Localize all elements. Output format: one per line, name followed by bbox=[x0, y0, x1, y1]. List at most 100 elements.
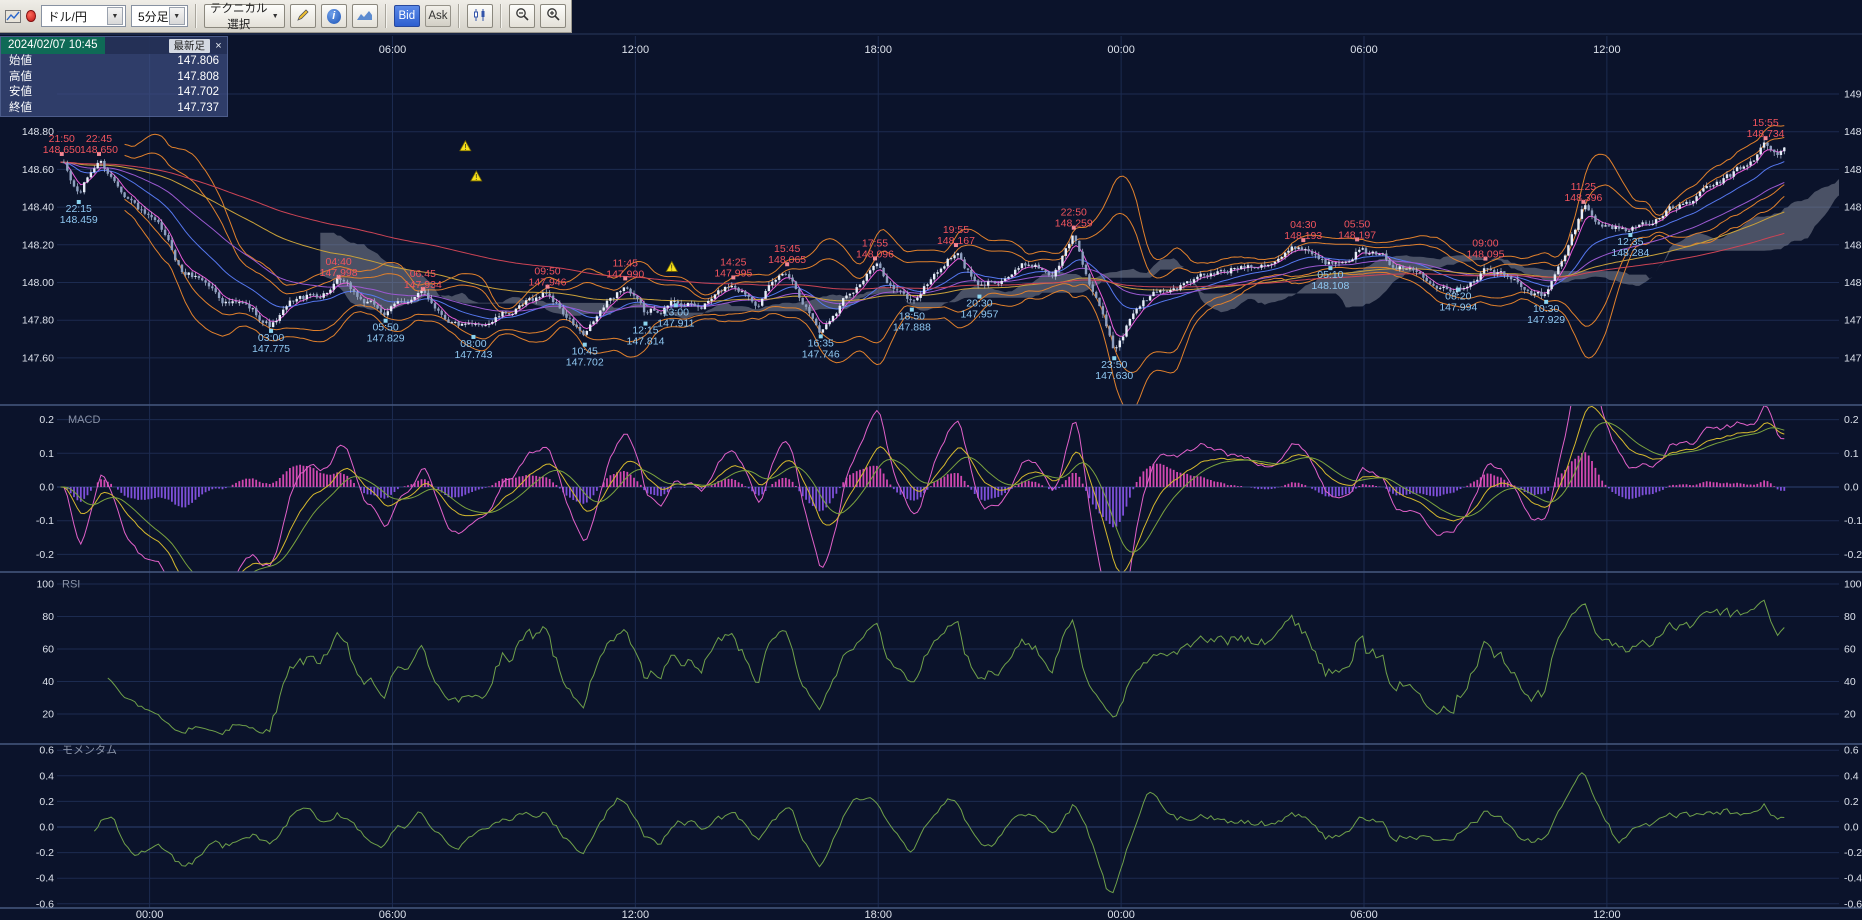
info-row-open: 始値 147.806 bbox=[1, 54, 227, 70]
open-value: 147.806 bbox=[177, 54, 219, 70]
svg-text:00:00: 00:00 bbox=[1107, 909, 1135, 920]
svg-text:148.60: 148.60 bbox=[22, 164, 54, 176]
pair-select[interactable]: ドル/円 ▼ bbox=[41, 5, 126, 27]
svg-text:0.4: 0.4 bbox=[39, 770, 54, 782]
chevron-down-icon: ▼ bbox=[272, 13, 279, 20]
svg-text:148.284: 148.284 bbox=[1611, 247, 1649, 259]
svg-text:147.998: 147.998 bbox=[320, 267, 358, 279]
svg-text:0.2: 0.2 bbox=[39, 414, 54, 426]
svg-text:-0.1: -0.1 bbox=[36, 515, 54, 527]
svg-text:!: ! bbox=[464, 143, 466, 152]
close-icon[interactable]: × bbox=[210, 40, 227, 52]
svg-text:147.990: 147.990 bbox=[606, 268, 644, 280]
svg-text:149.0: 149.0 bbox=[1844, 89, 1862, 101]
svg-text:148.0: 148.0 bbox=[1844, 277, 1862, 289]
high-value: 147.808 bbox=[177, 70, 219, 86]
svg-text:147.743: 147.743 bbox=[454, 349, 492, 361]
svg-text:MACD: MACD bbox=[68, 414, 100, 426]
svg-text:06:00: 06:00 bbox=[379, 44, 407, 56]
chevron-down-icon: ▼ bbox=[169, 7, 185, 25]
svg-text:148.8: 148.8 bbox=[1844, 126, 1862, 138]
svg-text:148.650: 148.650 bbox=[80, 144, 118, 156]
svg-text:147.60: 147.60 bbox=[22, 352, 54, 364]
svg-text:40: 40 bbox=[1844, 676, 1856, 688]
svg-text:148.193: 148.193 bbox=[1284, 230, 1322, 242]
zoom-in-icon bbox=[546, 7, 561, 25]
svg-text:0.0: 0.0 bbox=[1844, 822, 1859, 834]
toolbar-separator bbox=[458, 4, 460, 28]
info-row-low: 安値 147.702 bbox=[1, 85, 227, 101]
svg-text:-0.6: -0.6 bbox=[36, 898, 54, 910]
chevron-down-icon: ▼ bbox=[107, 7, 123, 25]
draw-tool-button[interactable] bbox=[290, 4, 316, 28]
zoom-out-button[interactable] bbox=[509, 4, 535, 28]
svg-text:0.4: 0.4 bbox=[1844, 770, 1859, 782]
pencil-icon bbox=[296, 8, 310, 25]
svg-text:147.6: 147.6 bbox=[1844, 352, 1862, 364]
svg-text:-0.2: -0.2 bbox=[1844, 549, 1862, 561]
svg-text:148.396: 148.396 bbox=[1564, 192, 1602, 204]
technical-select-button[interactable]: テクニカル選択 ▼ bbox=[204, 4, 285, 28]
svg-text:0.0: 0.0 bbox=[1844, 482, 1859, 494]
svg-text:147.946: 147.946 bbox=[529, 277, 567, 289]
svg-text:147.630: 147.630 bbox=[1095, 370, 1133, 382]
svg-text:18:00: 18:00 bbox=[864, 909, 892, 920]
svg-text:100: 100 bbox=[1844, 579, 1862, 591]
close-label: 終値 bbox=[9, 101, 32, 117]
svg-text:0.2: 0.2 bbox=[1844, 796, 1859, 808]
area-chart-icon bbox=[357, 9, 373, 24]
close-value: 147.737 bbox=[177, 101, 219, 117]
svg-text:0.1: 0.1 bbox=[1844, 448, 1859, 460]
svg-text:0.0: 0.0 bbox=[39, 482, 54, 494]
svg-text:0.2: 0.2 bbox=[1844, 414, 1859, 426]
svg-text:147.775: 147.775 bbox=[252, 343, 290, 355]
trading-chart-window: 21:50148.65022:15148.45922:45148.65003:0… bbox=[0, 0, 1862, 920]
svg-text:-0.6: -0.6 bbox=[1844, 898, 1862, 910]
svg-text:0.6: 0.6 bbox=[1844, 745, 1859, 757]
svg-text:148.065: 148.065 bbox=[768, 254, 806, 266]
svg-text:147.80: 147.80 bbox=[22, 315, 54, 327]
red-dot-icon bbox=[26, 10, 36, 22]
svg-text:80: 80 bbox=[42, 611, 54, 623]
pair-select-value: ドル/円 bbox=[48, 8, 87, 25]
svg-text:148.00: 148.00 bbox=[22, 277, 54, 289]
svg-text:147.814: 147.814 bbox=[626, 336, 664, 348]
area-chart-button[interactable] bbox=[352, 4, 378, 28]
svg-text:148.197: 148.197 bbox=[1338, 229, 1376, 241]
candle-style-button[interactable] bbox=[467, 4, 493, 28]
timeframe-select[interactable]: 5分足 ▼ bbox=[131, 5, 188, 27]
svg-text:-0.2: -0.2 bbox=[1844, 847, 1862, 859]
svg-text:00:00: 00:00 bbox=[136, 909, 164, 920]
svg-text:60: 60 bbox=[42, 644, 54, 656]
svg-text:147.911: 147.911 bbox=[657, 317, 694, 329]
svg-text:80: 80 bbox=[1844, 611, 1856, 623]
svg-text:06:00: 06:00 bbox=[1350, 909, 1378, 920]
zoom-in-button[interactable] bbox=[540, 4, 566, 28]
svg-text:RSI: RSI bbox=[62, 579, 80, 591]
toolbar-separator bbox=[500, 4, 502, 28]
svg-text:0.6: 0.6 bbox=[39, 745, 54, 757]
svg-text:148.259: 148.259 bbox=[1055, 218, 1093, 230]
svg-text:147.994: 147.994 bbox=[1439, 302, 1477, 314]
svg-text:!: ! bbox=[671, 263, 673, 272]
svg-text:147.934: 147.934 bbox=[404, 279, 442, 291]
svg-text:12:00: 12:00 bbox=[1593, 909, 1621, 920]
bid-button[interactable]: Bid bbox=[394, 5, 420, 27]
info-icon: i bbox=[327, 9, 341, 24]
svg-text:-0.4: -0.4 bbox=[1844, 873, 1862, 885]
info-button[interactable]: i bbox=[321, 4, 347, 28]
svg-text:モメンタム: モメンタム bbox=[62, 744, 117, 757]
ask-button[interactable]: Ask bbox=[425, 5, 451, 27]
svg-text:06:00: 06:00 bbox=[1350, 44, 1378, 56]
low-value: 147.702 bbox=[177, 85, 219, 101]
chart-canvas[interactable]: 21:50148.65022:15148.45922:45148.65003:0… bbox=[0, 0, 1862, 920]
svg-text:148.40: 148.40 bbox=[22, 202, 54, 214]
toolbar-separator bbox=[195, 4, 197, 28]
svg-text:0.2: 0.2 bbox=[39, 796, 54, 808]
svg-text:00:00: 00:00 bbox=[1107, 44, 1135, 56]
latest-candle-badge: 最新足 bbox=[169, 39, 211, 53]
candlestick-icon bbox=[472, 8, 488, 25]
toolbar: ドル/円 ▼ 5分足 ▼ テクニカル選択 ▼ i Bid Ask bbox=[0, 0, 572, 33]
svg-text:148.096: 148.096 bbox=[856, 248, 894, 260]
svg-text:148.4: 148.4 bbox=[1844, 202, 1862, 214]
